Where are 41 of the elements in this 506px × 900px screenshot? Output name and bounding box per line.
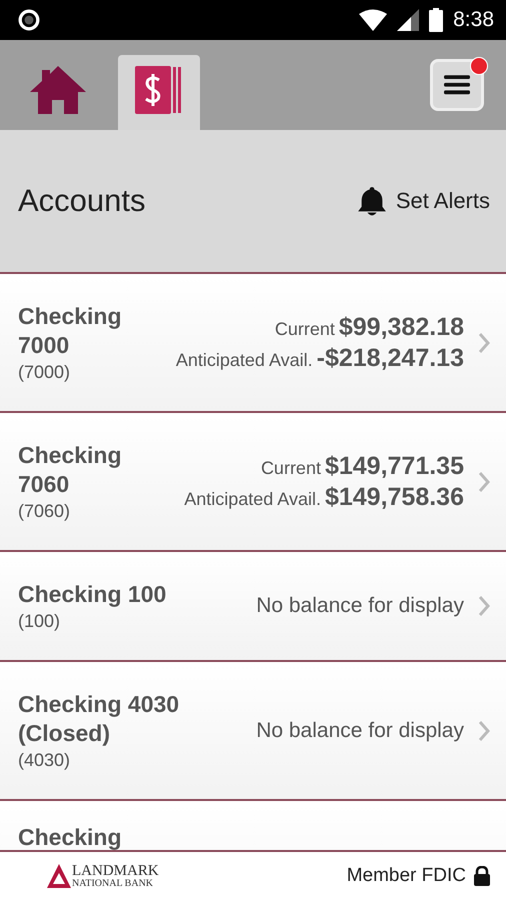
balance-amount: $149,771.35 xyxy=(324,452,464,480)
bell-icon xyxy=(358,186,386,216)
balance-label: Current xyxy=(274,318,335,340)
house-icon xyxy=(28,64,88,116)
lock-icon xyxy=(474,866,490,886)
chevron-right-icon xyxy=(478,595,490,617)
clock-time: 8:38 xyxy=(453,8,494,32)
chevron-right-icon xyxy=(478,470,490,492)
wifi-icon xyxy=(359,9,388,31)
account-number: (100) xyxy=(18,611,62,632)
account-name: Checking xyxy=(18,823,123,850)
no-balance-message: No balance for display xyxy=(256,594,464,618)
balance-label: Current xyxy=(260,458,321,478)
signal-icon xyxy=(397,9,420,31)
page-title: Accounts xyxy=(18,183,146,219)
battery-icon xyxy=(429,8,444,32)
bank-subtitle: NATIONAL BANK xyxy=(72,878,154,888)
fdic-label: Member FDIC xyxy=(346,865,466,887)
account-name: Checking 7000 xyxy=(18,302,123,360)
balance-amount: -$218,247.13 xyxy=(316,344,464,372)
menu-icon xyxy=(444,74,470,96)
dollar-cards-icon xyxy=(135,64,183,116)
record-icon xyxy=(18,9,40,31)
set-alerts-button[interactable]: Set Alerts xyxy=(358,186,490,216)
balance-label: Anticipated Avail. xyxy=(176,350,313,370)
chevron-right-icon xyxy=(478,720,490,742)
chevron-right-icon xyxy=(478,332,490,354)
balance-amount: $149,758.36 xyxy=(324,482,464,512)
balance-amount: $99,382.18 xyxy=(338,312,464,342)
bank-name: LANDMARK xyxy=(72,864,159,878)
account-number: (7000) xyxy=(18,362,72,383)
balance-label: Anticipated Avail. xyxy=(184,488,321,510)
account-name: Checking 4030 (Closed) xyxy=(18,690,180,748)
menu-button[interactable] xyxy=(430,59,484,111)
account-name: Checking 100 xyxy=(18,580,168,609)
account-number: (7060) xyxy=(18,501,72,522)
account-name: Checking 7060 xyxy=(18,441,123,499)
accounts-tab[interactable] xyxy=(118,55,200,130)
bank-logo-icon xyxy=(46,863,72,889)
account-number: (4030) xyxy=(18,750,72,771)
no-balance-message: No balance for display xyxy=(256,718,464,742)
